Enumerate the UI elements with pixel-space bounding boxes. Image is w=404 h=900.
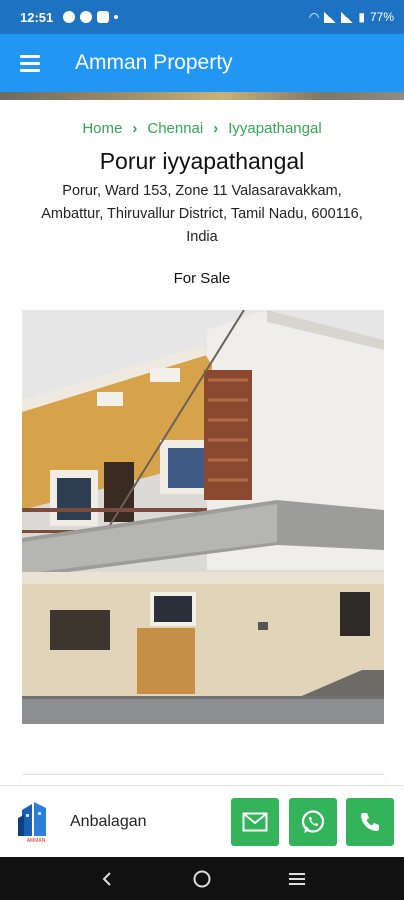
status-time: 12:51 [20,9,54,25]
breadcrumb-home[interactable]: Home [82,120,122,137]
chevron-right-icon: › [213,120,219,137]
youtube-icon [97,11,110,23]
battery-icon: ▮ [358,10,365,24]
signal-icon [324,11,337,23]
logo-text: AMMAN [27,838,46,844]
wifi-icon: ◠ [308,10,320,24]
listing-status: For Sale [173,270,231,287]
battery-percent: 77% [369,10,394,24]
property-photo[interactable] [22,310,384,724]
email-button[interactable] [231,798,279,846]
whatsapp-icon [301,810,325,833]
chat-icon [80,11,93,23]
property-title: Porur iyyapathangal [99,148,305,174]
system-nav-bar [0,857,404,900]
notification-icons [63,11,119,23]
agent-name: Anbalagan [70,812,147,830]
recents-icon[interactable] [285,867,309,891]
property-address: Porur, Ward 153, Zone 11 Valasaravakkam,… [41,183,363,245]
app-title: Amman Property [75,51,233,74]
back-icon[interactable] [95,867,119,891]
whatsapp-button[interactable] [289,798,337,846]
breadcrumb-city[interactable]: Chennai [147,120,203,137]
contact-bar: AMMAN Anbalagan [0,785,404,857]
property-content: Home › Chennai › Iyyapathangal Porur iyyapat… [0,100,404,794]
amman-logo: AMMAN [18,801,46,844]
home-icon[interactable] [190,867,214,891]
app-bar: Amman Property [0,34,404,92]
more-dot-icon [114,15,119,19]
mail-icon [242,812,268,832]
hamburger-menu-icon[interactable] [0,34,60,92]
phone-icon [361,813,379,831]
message-icon [63,11,76,23]
breadcrumb: Home › Chennai › Iyyapathangal [0,120,404,137]
breadcrumb-locality[interactable]: Iyyapathangal [228,120,321,137]
header-image-strip [0,92,404,100]
call-button[interactable] [346,798,394,846]
chevron-right-icon: › [132,120,138,137]
system-icons: ◠ ▮ 77% [309,10,394,24]
status-bar: 12:51 ◠ ▮ 77% [0,0,404,34]
signal-icon-2 [341,11,354,23]
